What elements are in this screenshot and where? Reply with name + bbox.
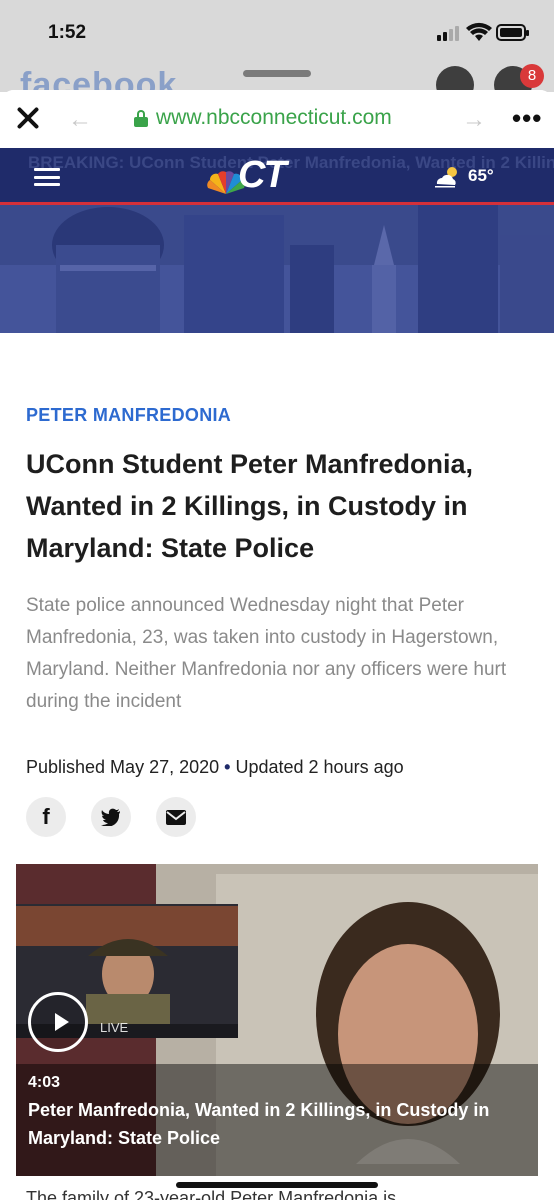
status-time: 1:52 (48, 22, 87, 43)
arrow-left-icon[interactable]: ← (68, 106, 92, 134)
sheet-grabber[interactable] (243, 70, 311, 77)
live-label: LIVE (100, 1020, 129, 1035)
article-summary: State police announced Wednesday night t… (26, 595, 507, 712)
hartford-skyline-image (0, 205, 554, 333)
article-body-preview: The family of 23-year-old Peter Manfredo… (26, 1188, 397, 1200)
article-headline: UConn Student Peter Manfredonia, Wanted … (26, 449, 474, 563)
wifi-icon (466, 22, 492, 41)
temperature[interactable]: 65° (468, 166, 494, 186)
article-dateline: Published May 27, 2020 • Updated 2 hours… (26, 757, 404, 778)
play-icon[interactable] (28, 992, 88, 1052)
close-icon[interactable] (14, 104, 42, 132)
email-share-button[interactable] (156, 797, 196, 837)
weather-partly-cloudy-icon (435, 167, 457, 188)
home-indicator[interactable] (176, 1182, 378, 1188)
facebook-icon: f (42, 804, 50, 829)
notification-badge: 8 (520, 64, 544, 88)
facebook-share-button[interactable]: f (26, 797, 66, 837)
updated-time: Updated 2 hours ago (235, 757, 404, 777)
site-logo[interactable]: CT (238, 154, 287, 197)
video-title[interactable]: Peter Manfredonia, Wanted in 2 Killings,… (28, 1096, 528, 1152)
article-kicker[interactable]: PETER MANFREDONIA (26, 405, 231, 426)
in-app-browser: ← www.nbcconnecticut.com → ••• BREAKING:… (0, 90, 554, 1200)
dateline-separator: • (224, 757, 231, 777)
battery-icon (496, 24, 529, 41)
arrow-right-icon[interactable]: → (462, 106, 486, 134)
more-dots-icon[interactable]: ••• (512, 105, 542, 131)
published-date: Published May 27, 2020 (26, 757, 220, 777)
video-player[interactable]: LIVE 4:03 Peter Manfredonia, Wanted in 2… (16, 864, 538, 1176)
lock-icon (134, 110, 148, 127)
status-bar: 1:52 facebook 8 (0, 0, 554, 104)
hamburger-menu-icon[interactable] (34, 168, 60, 186)
video-duration: 4:03 (28, 1074, 61, 1091)
twitter-share-button[interactable] (91, 797, 131, 837)
cellular-signal-icon (437, 26, 459, 41)
twitter-icon (101, 808, 120, 826)
browser-toolbar: ← www.nbcconnecticut.com → ••• (0, 90, 554, 148)
site-header: BREAKING: UConn Student Peter Manfredoni… (0, 148, 554, 202)
email-icon (166, 809, 186, 825)
url-text[interactable]: www.nbcconnecticut.com (156, 106, 392, 130)
